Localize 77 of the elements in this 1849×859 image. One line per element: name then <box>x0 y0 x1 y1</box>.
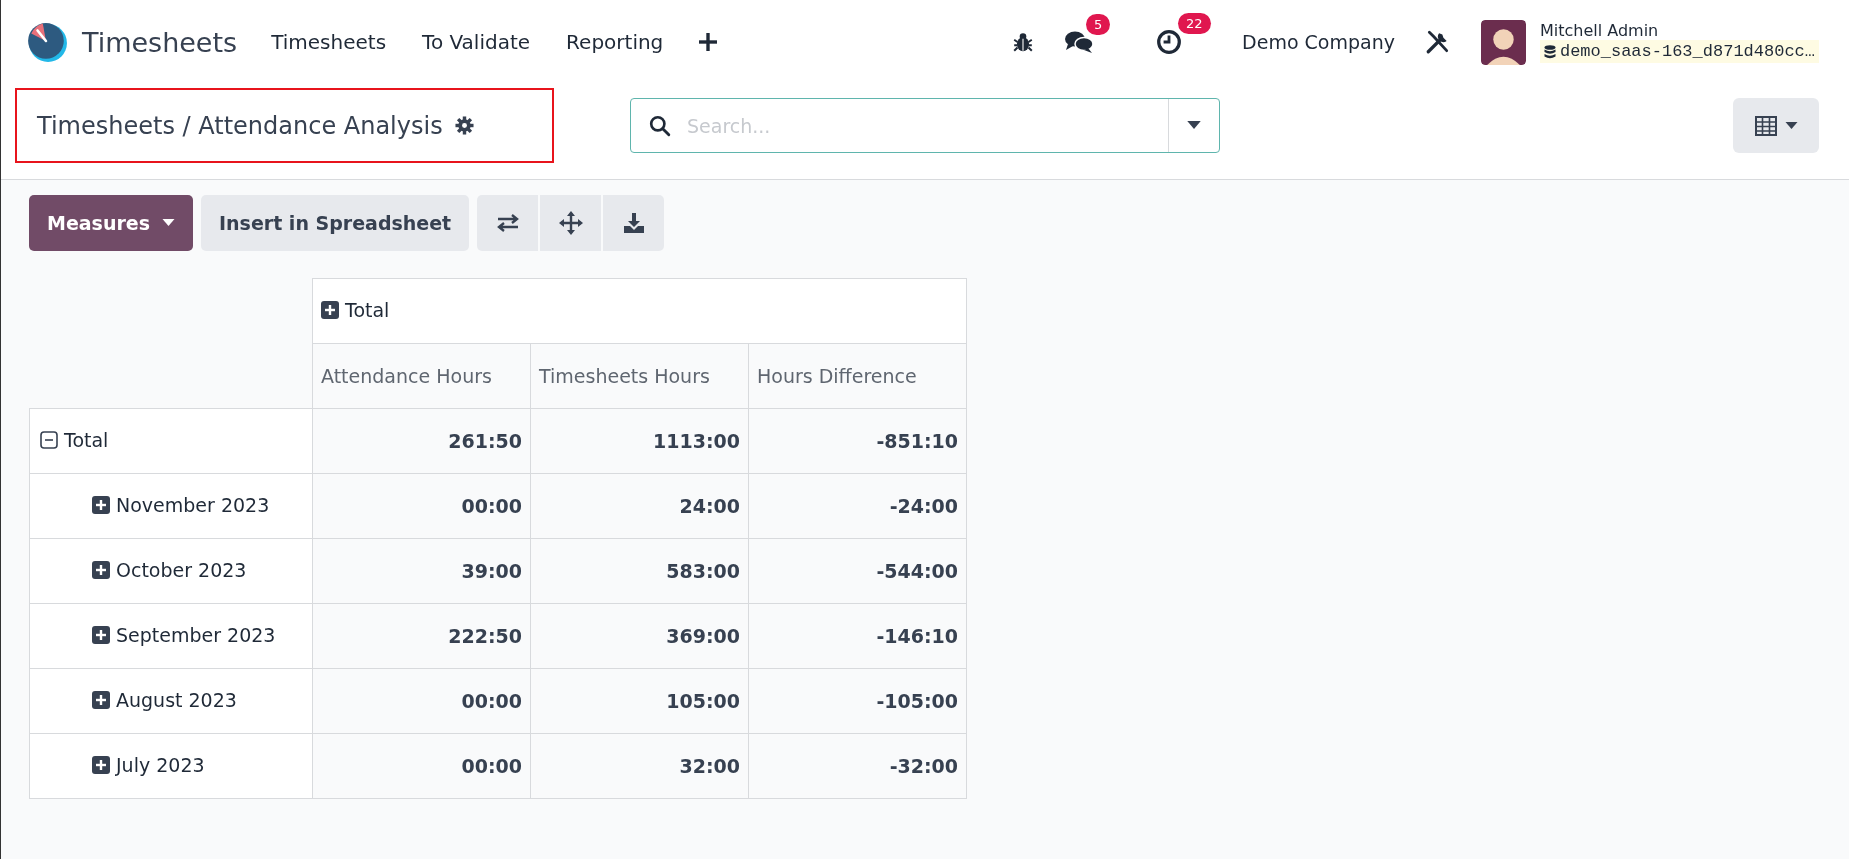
search-input[interactable]: Search... <box>685 113 1168 138</box>
menu-item[interactable]: To Validate <box>422 30 531 54</box>
table-cell: 261:50 <box>312 408 531 474</box>
user-avatar[interactable] <box>1480 19 1526 65</box>
breadcrumb: Timesheets / Attendance Analysis <box>37 111 443 140</box>
flip-axis-button[interactable] <box>477 195 539 251</box>
settings-icon[interactable] <box>454 116 474 135</box>
company-switcher[interactable]: Demo Company <box>1242 31 1395 53</box>
column-header[interactable]: Total <box>312 278 967 344</box>
measure-header[interactable]: Attendance Hours <box>312 343 531 409</box>
table-cell: -851:10 <box>748 408 967 474</box>
measure-header[interactable]: Hours Difference <box>748 343 967 409</box>
move-arrows-icon <box>558 211 583 235</box>
caret-icon <box>162 219 175 227</box>
collapse-icon[interactable] <box>40 431 58 449</box>
search-icon <box>649 114 671 137</box>
measures-button[interactable]: Measures <box>29 195 193 251</box>
table-cell: 583:00 <box>530 538 749 604</box>
expand-icon[interactable] <box>92 626 110 644</box>
table-cell: -32:00 <box>748 733 967 799</box>
caret-icon <box>1187 121 1201 130</box>
table-cell: 39:00 <box>312 538 531 604</box>
row-label: Total <box>64 429 109 451</box>
table-cell: 222:50 <box>312 603 531 669</box>
table-cell: 00:00 <box>312 733 531 799</box>
database-icon <box>1543 44 1556 59</box>
row-header[interactable]: Total <box>29 408 313 474</box>
expand-icon[interactable] <box>92 561 110 579</box>
search-bar[interactable]: Search... <box>630 98 1220 153</box>
table-cell: 00:00 <box>312 668 531 734</box>
swap-arrows-icon <box>495 213 520 233</box>
menu-item[interactable]: Timesheets <box>271 30 387 54</box>
table-cell: -146:10 <box>748 603 967 669</box>
expand-all-button[interactable] <box>540 195 602 251</box>
table-cell: 32:00 <box>530 733 749 799</box>
row-label: September 2023 <box>116 624 276 646</box>
row-header[interactable]: November 2023 <box>29 473 313 539</box>
table-cell: -544:00 <box>748 538 967 604</box>
row-header[interactable]: July 2023 <box>29 733 313 799</box>
app-name[interactable]: Timesheets <box>82 26 238 58</box>
row-header[interactable]: October 2023 <box>29 538 313 604</box>
insert-spreadsheet-button[interactable]: Insert in Spreadsheet <box>201 195 470 251</box>
row-label: November 2023 <box>116 494 270 516</box>
caret-icon <box>1784 121 1798 130</box>
row-label: July 2023 <box>116 754 205 776</box>
table-cell: 105:00 <box>530 668 749 734</box>
row-header[interactable]: September 2023 <box>29 603 313 669</box>
download-icon <box>622 212 645 234</box>
table-cell: 24:00 <box>530 473 749 539</box>
clock-icon[interactable] <box>1156 29 1183 55</box>
row-label: August 2023 <box>116 689 237 711</box>
database-name: demo_saas-163_d871d480cc… <box>1559 42 1815 61</box>
row-label: October 2023 <box>116 559 247 581</box>
view-switcher-button[interactable] <box>1733 98 1819 153</box>
expand-icon[interactable] <box>92 756 110 774</box>
add-icon[interactable] <box>699 33 718 51</box>
expand-icon[interactable] <box>321 301 339 319</box>
table-cell: 00:00 <box>312 473 531 539</box>
expand-icon[interactable] <box>92 691 110 709</box>
download-button[interactable] <box>603 195 665 251</box>
table-cell: -24:00 <box>748 473 967 539</box>
notification-badge: 5 <box>1086 14 1111 35</box>
expand-icon[interactable] <box>92 496 110 514</box>
header-label: Total <box>345 299 390 321</box>
table-icon <box>1754 115 1777 136</box>
notification-badge: 22 <box>1178 13 1211 34</box>
row-header[interactable]: August 2023 <box>29 668 313 734</box>
app-logo-icon[interactable] <box>26 21 68 63</box>
measure-header[interactable]: Timesheets Hours <box>530 343 749 409</box>
bug-icon[interactable] <box>1012 31 1035 53</box>
tools-icon[interactable] <box>1424 29 1451 55</box>
table-cell: 1113:00 <box>530 408 749 474</box>
table-cell: -105:00 <box>748 668 967 734</box>
chat-icon[interactable] <box>1064 30 1095 54</box>
menu-item[interactable]: Reporting <box>566 30 664 54</box>
user-name: Mitchell Admin <box>1539 21 1660 40</box>
table-cell: 369:00 <box>530 603 749 669</box>
